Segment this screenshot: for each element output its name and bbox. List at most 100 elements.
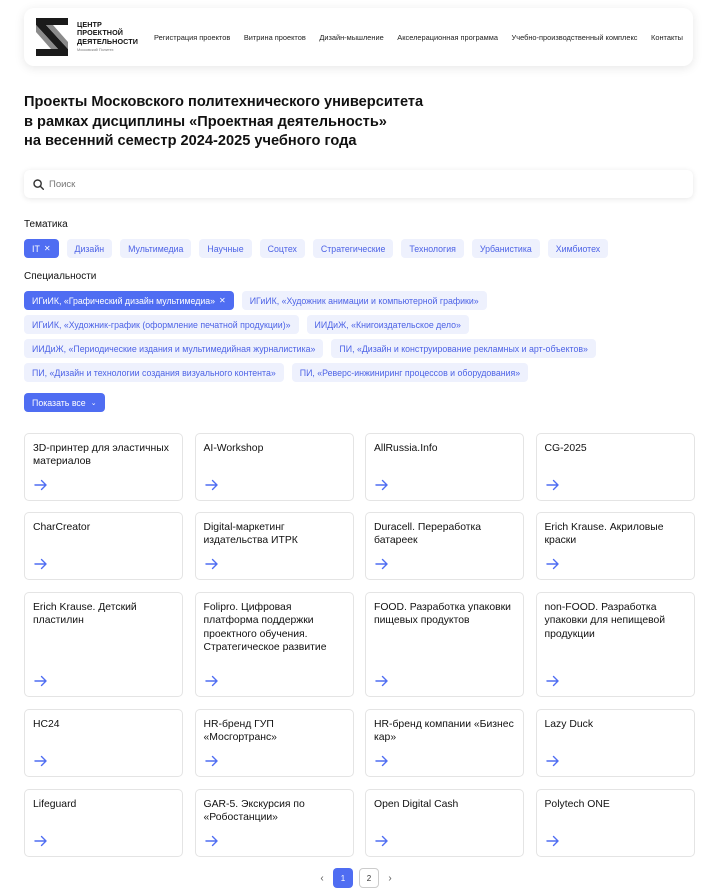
project-card[interactable]: Digital-маркетинг издательства ИТРК bbox=[194, 512, 354, 580]
theme-chip[interactable]: Дизайн bbox=[66, 239, 113, 258]
arrow-right-icon[interactable] bbox=[204, 835, 219, 847]
project-card[interactable]: FOOD. Разработка упаковки пищевых продук… bbox=[365, 592, 524, 697]
close-icon[interactable]: ✕ bbox=[44, 244, 51, 253]
project-card-title: GAR-5. Экскурсия по «Робостанции» bbox=[203, 799, 305, 824]
arrow-right-icon[interactable] bbox=[204, 479, 219, 491]
nav-link-registration[interactable]: Регистрация проектов bbox=[154, 33, 230, 42]
nav-link-contacts[interactable]: Контакты bbox=[651, 33, 683, 42]
project-card-title: HR-бренд ГУП «Мосгортранс» bbox=[203, 719, 277, 744]
project-card[interactable]: AI-Workshop bbox=[194, 433, 354, 501]
theme-chip-label: Научные bbox=[207, 243, 244, 254]
project-card-title: non-FOOD. Разработка упаковки для непище… bbox=[544, 602, 666, 640]
specialty-chip[interactable]: ИГиИК, «Графический дизайн мультимедиа» ✕ bbox=[24, 291, 234, 310]
project-card-title: FOOD. Разработка упаковки пищевых продук… bbox=[374, 602, 511, 627]
project-card[interactable]: Erich Krause. Детский пластилин bbox=[24, 592, 183, 697]
project-card[interactable]: non-FOOD. Разработка упаковки для непище… bbox=[535, 592, 695, 697]
arrow-right-icon[interactable] bbox=[34, 755, 48, 767]
arrow-right-icon[interactable] bbox=[375, 675, 389, 687]
specialty-chip[interactable]: ИИДиЖ, «Периодические издания и мультиме… bbox=[24, 339, 324, 358]
arrow-right-icon[interactable] bbox=[204, 755, 219, 767]
project-card-title: CharCreator bbox=[33, 522, 91, 533]
project-card[interactable]: Polytech ONE bbox=[535, 789, 695, 857]
arrow-right-icon[interactable] bbox=[204, 558, 219, 570]
arrow-right-icon[interactable] bbox=[375, 835, 389, 847]
nav-link-production-complex[interactable]: Учебно-производственный комплекс bbox=[512, 33, 638, 42]
specialty-chip[interactable]: ИГиИК, «Художник-график (оформление печа… bbox=[24, 315, 299, 334]
project-card[interactable]: Open Digital Cash bbox=[365, 789, 524, 857]
chevron-right-icon[interactable]: › bbox=[382, 873, 398, 884]
specialty-chip-label: ИГиИК, «Художник анимации и компьютерной… bbox=[249, 295, 479, 306]
specialty-chip-label: ИИДиЖ, «Периодические издания и мультиме… bbox=[32, 343, 316, 354]
theme-chip[interactable]: Мультимедиа bbox=[120, 239, 192, 258]
themes-label: Тематика bbox=[24, 219, 68, 230]
search-input[interactable] bbox=[49, 178, 649, 190]
arrow-right-icon[interactable] bbox=[204, 675, 219, 687]
chevron-down-icon: ⌄ bbox=[90, 399, 97, 407]
page-button[interactable]: 1 bbox=[333, 868, 353, 888]
project-card[interactable]: GAR-5. Экскурсия по «Робостанции» bbox=[194, 789, 354, 857]
specialty-chip[interactable]: ИИДиЖ, «Книгоиздательское дело» bbox=[306, 315, 469, 334]
project-card[interactable]: Lifeguard bbox=[24, 789, 183, 857]
page-button[interactable]: 2 bbox=[359, 868, 379, 888]
arrow-right-icon[interactable] bbox=[34, 479, 48, 491]
theme-chip-label: Дизайн bbox=[74, 243, 105, 254]
arrow-right-icon[interactable] bbox=[34, 835, 48, 847]
project-card[interactable]: HR-бренд ГУП «Мосгортранс» bbox=[194, 709, 354, 777]
theme-chip[interactable]: IT ✕ bbox=[24, 239, 59, 258]
arrow-right-icon[interactable] bbox=[375, 479, 389, 491]
specialty-chip[interactable]: ИГиИК, «Художник анимации и компьютерной… bbox=[241, 291, 487, 310]
nav-link-acceleration[interactable]: Акселерационная программа bbox=[397, 33, 498, 42]
search-bar[interactable] bbox=[24, 170, 693, 198]
theme-chip-label: Урбанистика bbox=[479, 243, 532, 254]
specialty-chip-label: ИГиИК, «Графический дизайн мультимедиа» bbox=[32, 295, 216, 306]
project-card[interactable]: CG-2025 bbox=[535, 433, 695, 501]
project-card[interactable]: Duracell. Переработка батареек bbox=[365, 512, 524, 580]
theme-chip[interactable]: Урбанистика bbox=[471, 239, 540, 258]
specialty-chip[interactable]: ПИ, «Дизайн и технологии создания визуал… bbox=[24, 363, 284, 382]
show-all-button[interactable]: Показать все ⌄ bbox=[24, 393, 105, 412]
project-card[interactable]: HR-бренд компании «Бизнес кар» bbox=[365, 709, 524, 777]
arrow-right-icon[interactable] bbox=[545, 558, 560, 570]
project-card-title: Folipro. Цифровая платформа поддержки пр… bbox=[203, 602, 327, 654]
arrow-right-icon[interactable] bbox=[545, 755, 560, 767]
theme-chip-label: Технология bbox=[409, 243, 456, 254]
project-card[interactable]: HC24 bbox=[24, 709, 183, 777]
arrow-right-icon[interactable] bbox=[545, 835, 560, 847]
theme-chip-label: Химбиотех bbox=[555, 243, 601, 254]
project-card[interactable]: AllRussia.Info bbox=[365, 433, 524, 501]
nav-link-showcase[interactable]: Витрина проектов bbox=[244, 33, 306, 42]
project-card[interactable]: CharCreator bbox=[24, 512, 183, 580]
project-card-title: CG-2025 bbox=[544, 443, 587, 454]
project-card[interactable]: Erich Krause. Акриловые краски bbox=[535, 512, 695, 580]
project-card[interactable]: Lazy Duck bbox=[535, 709, 695, 777]
page-title-line: в рамках дисциплины «Проектная деятельно… bbox=[24, 113, 387, 130]
theme-chip-label: IT bbox=[32, 243, 40, 254]
arrow-right-icon[interactable] bbox=[375, 558, 389, 570]
theme-chip-label: Стратегические bbox=[320, 243, 386, 254]
project-card-title: Lazy Duck bbox=[544, 719, 594, 730]
specialty-chip[interactable]: ПИ, «Дизайн и конструирование рекламных … bbox=[331, 339, 596, 358]
theme-chip[interactable]: Стратегические bbox=[312, 239, 394, 258]
specialty-chip-label: ПИ, «Дизайн и конструирование рекламных … bbox=[339, 343, 588, 354]
project-card-title: AllRussia.Info bbox=[374, 443, 438, 454]
arrow-right-icon[interactable] bbox=[545, 479, 560, 491]
theme-chip[interactable]: Химбиотех bbox=[547, 239, 609, 258]
theme-chip-label: Соцтех bbox=[267, 243, 297, 254]
themes-filter: IT ✕ Дизайн Мультимедиа Научные Соцтех Стратег… bbox=[24, 239, 704, 258]
theme-chip[interactable]: Соцтех bbox=[259, 239, 305, 258]
close-icon[interactable]: ✕ bbox=[219, 296, 226, 305]
arrow-right-icon[interactable] bbox=[34, 558, 48, 570]
project-card[interactable]: Folipro. Цифровая платформа поддержки пр… bbox=[194, 592, 354, 697]
project-card[interactable]: 3D-принтер для эластичных материалов bbox=[24, 433, 183, 501]
theme-chip[interactable]: Научные bbox=[199, 239, 252, 258]
arrow-right-icon[interactable] bbox=[375, 755, 389, 767]
nav-link-design-thinking[interactable]: Дизайн-мышление bbox=[319, 33, 383, 42]
logo-text-line: ДЕЯТЕЛЬНОСТИ bbox=[77, 36, 139, 46]
logo[interactable]: ЦЕНТР ПРОЕКТНОЙ ДЕЯТЕЛЬНОСТИ Московский … bbox=[34, 16, 154, 58]
specialty-chip[interactable]: ПИ, «Реверс-инжиниринг процессов и обору… bbox=[291, 363, 529, 382]
chevron-left-icon[interactable]: ‹ bbox=[314, 873, 330, 884]
specialties-filter: ИГиИК, «Графический дизайн мультимедиа» ✕… bbox=[24, 291, 704, 382]
theme-chip[interactable]: Технология bbox=[401, 239, 464, 258]
arrow-right-icon[interactable] bbox=[34, 675, 48, 687]
arrow-right-icon[interactable] bbox=[545, 675, 560, 687]
